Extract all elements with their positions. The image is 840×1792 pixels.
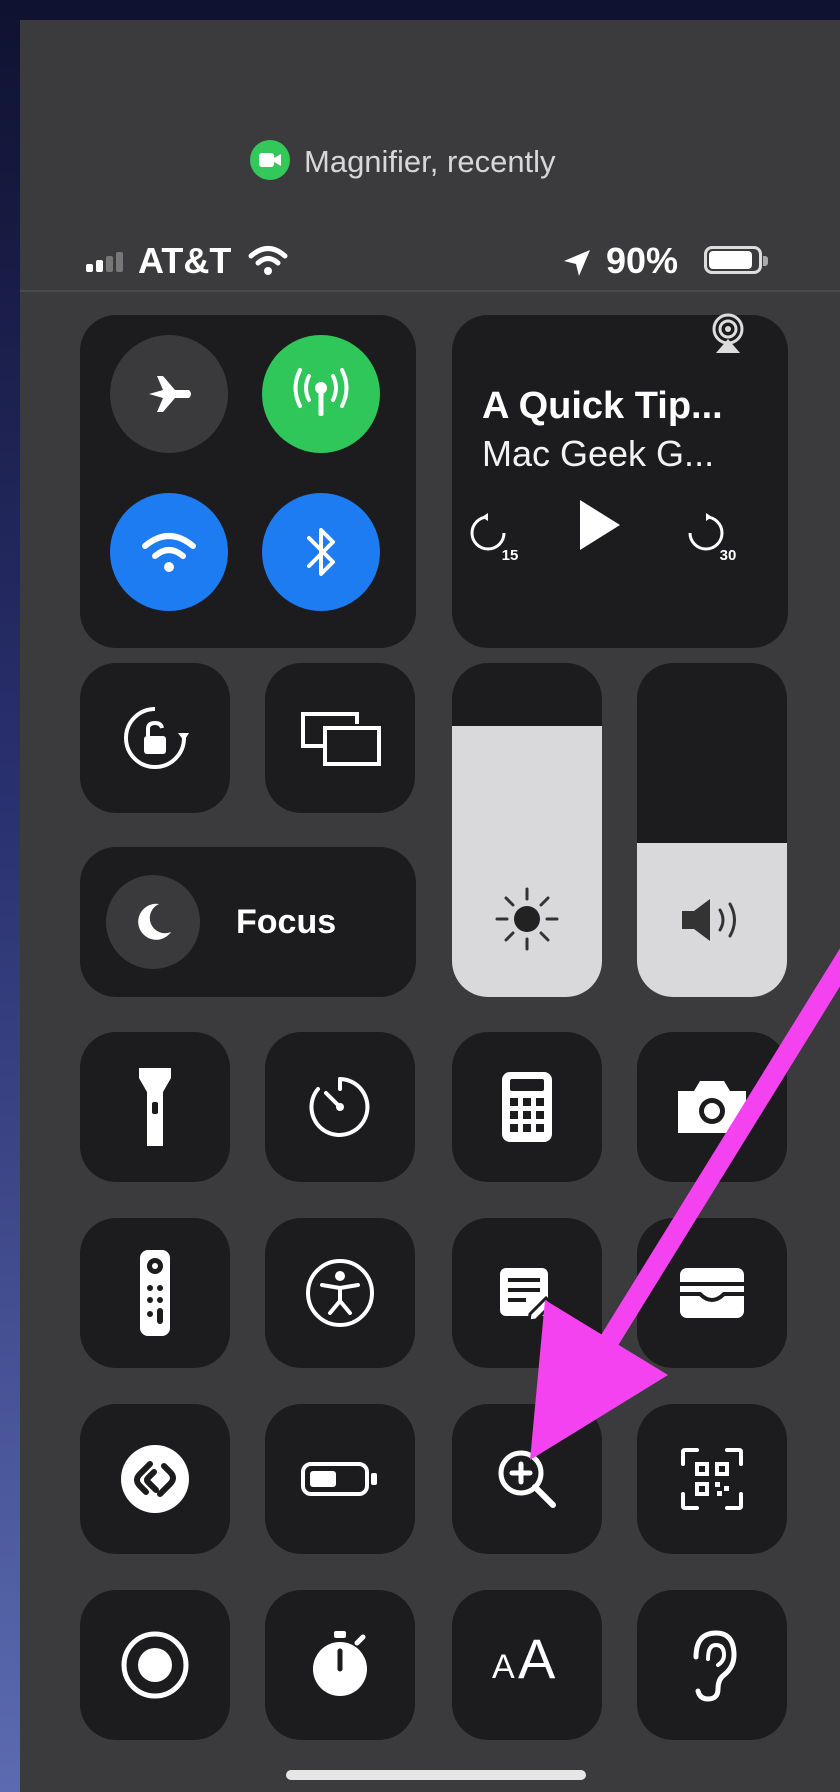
- now-playing-title: A Quick Tip...: [482, 385, 723, 427]
- airplane-mode-toggle[interactable]: [110, 335, 228, 453]
- location-arrow-icon: [564, 250, 590, 276]
- speaker-icon: [682, 899, 736, 941]
- calculator-button[interactable]: [452, 1032, 602, 1182]
- signal-bars-icon: [86, 252, 123, 272]
- quick-note-button[interactable]: [452, 1218, 602, 1368]
- cellular-data-toggle[interactable]: [262, 335, 380, 453]
- airplay-audio-icon[interactable]: [706, 311, 750, 355]
- text-size-button[interactable]: A A: [452, 1590, 602, 1740]
- brightness-slider[interactable]: [452, 663, 602, 997]
- banner-text: Magnifier, recently: [304, 144, 556, 179]
- battery-percentage: 90%: [606, 240, 679, 281]
- skip-forward-button[interactable]: 30: [688, 513, 750, 577]
- accessibility-icon: [306, 1259, 374, 1327]
- facetime-camera-icon: [250, 140, 290, 180]
- airplane-icon: [149, 376, 191, 412]
- volume-slider[interactable]: [637, 663, 787, 997]
- screen-recording-button[interactable]: [80, 1590, 230, 1740]
- notes-icon: [500, 1268, 555, 1322]
- focus-label: Focus: [236, 903, 337, 941]
- wifi-icon: [142, 533, 196, 572]
- bluetooth-icon: [307, 528, 335, 576]
- cellular-antenna-icon: [293, 368, 349, 416]
- moon-icon: [138, 903, 171, 940]
- sun-icon: [495, 887, 559, 951]
- flashlight-icon: [139, 1068, 171, 1146]
- camera-icon: [678, 1081, 746, 1133]
- magnifier-icon: [498, 1450, 556, 1508]
- focus-icon-circle: [106, 875, 200, 969]
- shazam-button[interactable]: [80, 1404, 230, 1554]
- wifi-status-icon: [248, 246, 288, 275]
- screen-recording-icon: [121, 1631, 189, 1699]
- calculator-icon: [502, 1072, 552, 1142]
- status-bar: AT&T 90%: [20, 200, 840, 292]
- text-size-small-a: A: [492, 1648, 515, 1686]
- hearing-button[interactable]: [637, 1590, 787, 1740]
- battery-icon: [704, 246, 768, 274]
- flashlight-button[interactable]: [80, 1032, 230, 1182]
- low-power-mode-button[interactable]: [265, 1404, 415, 1554]
- hearing-icon: [693, 1630, 737, 1702]
- text-size-large-a: A: [518, 1627, 556, 1690]
- focus-button[interactable]: Focus: [80, 847, 416, 997]
- wifi-toggle[interactable]: [110, 493, 228, 611]
- screen-mirroring-button[interactable]: [265, 663, 415, 813]
- rotation-lock-icon: [124, 707, 189, 769]
- home-indicator[interactable]: [286, 1770, 586, 1780]
- apple-tv-remote-icon: [140, 1250, 170, 1336]
- wallet-icon: [680, 1268, 744, 1318]
- play-button[interactable]: [576, 496, 624, 554]
- bluetooth-toggle[interactable]: [262, 493, 380, 611]
- carrier-label: AT&T: [138, 240, 232, 281]
- code-scanner-button[interactable]: [637, 1404, 787, 1554]
- orientation-lock-button[interactable]: [80, 663, 230, 813]
- timer-button[interactable]: [265, 1032, 415, 1182]
- shazam-icon: [121, 1445, 189, 1513]
- timer-icon: [309, 1077, 370, 1137]
- screen-mirroring-icon: [301, 712, 381, 766]
- apple-tv-remote-button[interactable]: [80, 1218, 230, 1368]
- now-playing-subtitle: Mac Geek G...: [482, 433, 715, 474]
- stopwatch-button[interactable]: [265, 1590, 415, 1740]
- now-playing-panel[interactable]: A Quick Tip... Mac Geek G... 15 30: [452, 313, 788, 648]
- camera-button[interactable]: [637, 1032, 787, 1182]
- wallet-button[interactable]: [637, 1218, 787, 1368]
- low-power-battery-icon: [301, 1462, 377, 1496]
- accessibility-shortcut-button[interactable]: [265, 1218, 415, 1368]
- magnifier-button[interactable]: [452, 1404, 602, 1554]
- stopwatch-icon: [313, 1631, 367, 1696]
- qr-code-scanner-icon: [681, 1448, 743, 1510]
- control-center: Magnifier, recently AT&T 90% A Quick Tip…: [20, 20, 840, 1792]
- connectivity-panel: [80, 315, 416, 648]
- skip-back-button[interactable]: 15: [470, 513, 532, 577]
